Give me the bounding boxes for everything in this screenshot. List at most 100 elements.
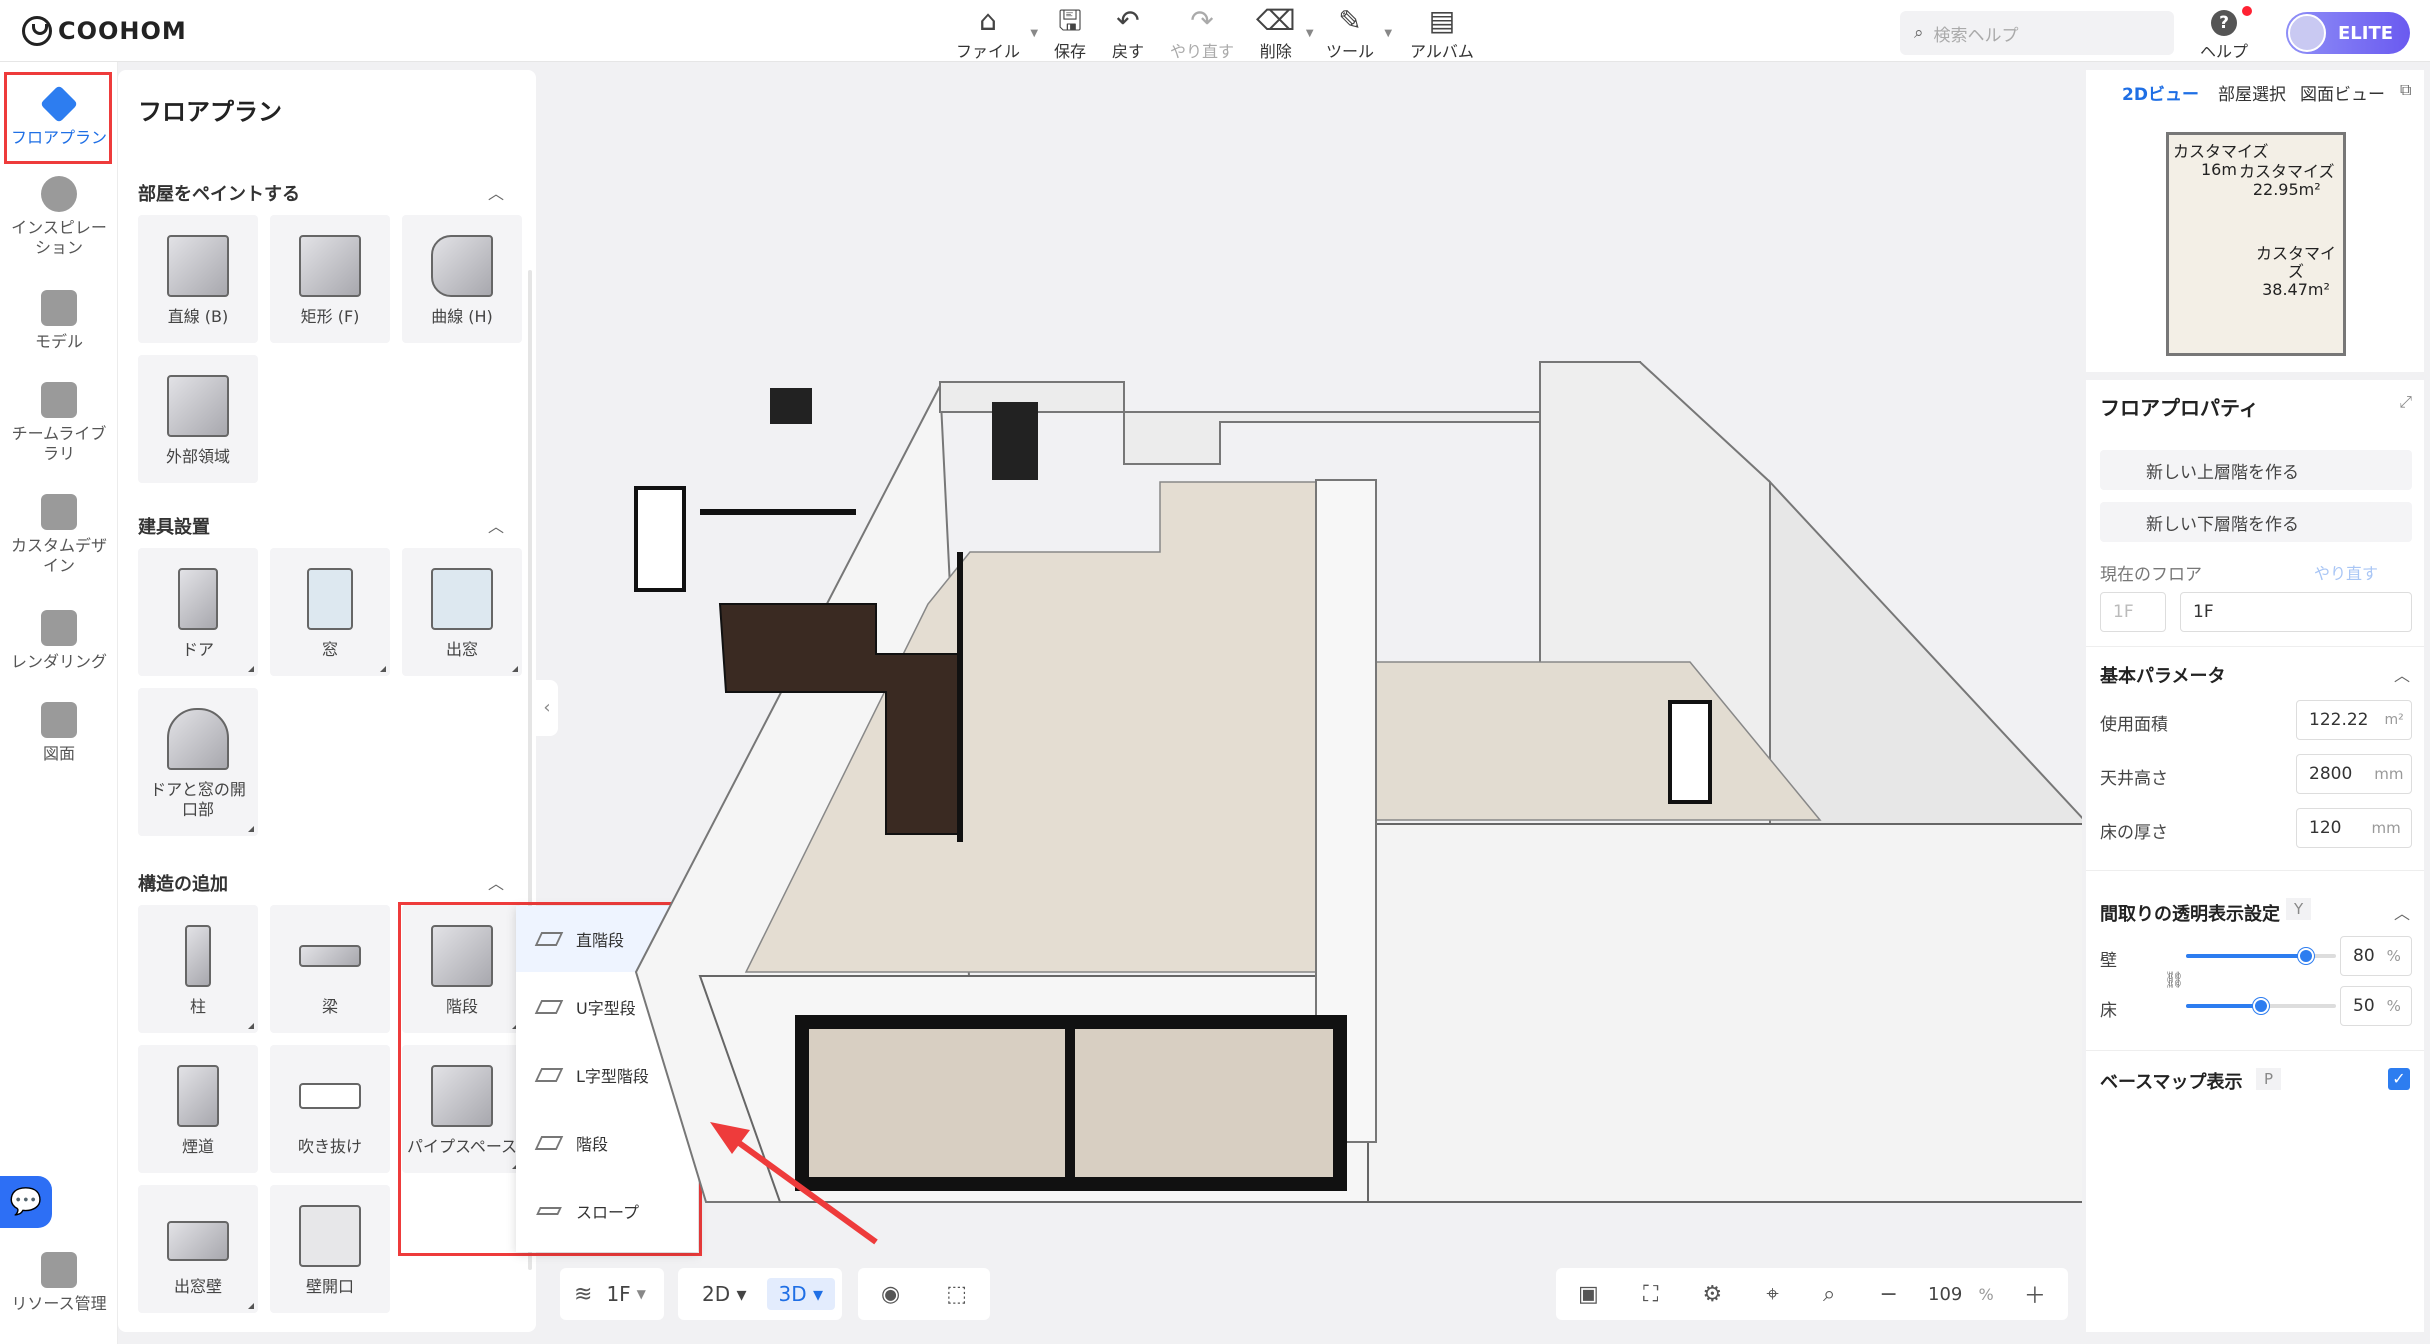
undo-button[interactable]: ↶ 戻す	[1112, 6, 1144, 62]
delete-button[interactable]: ⌫ 削除 ▼	[1256, 6, 1314, 62]
zoom-area-icon[interactable]: ⌕	[1809, 1282, 1849, 1307]
account-badge[interactable]: ELITE	[2286, 12, 2410, 54]
minimap-plan[interactable]: カスタマイズ 16m カスタマイズ 22.95m² カスタマイズ 38.47m²	[2166, 132, 2346, 356]
tool-curve[interactable]: 曲線 (H)	[402, 215, 522, 343]
chevron-up-icon[interactable]: ︿	[488, 180, 504, 204]
tools-label: ツール	[1326, 42, 1375, 61]
rail-item-model[interactable]: モデル	[0, 290, 118, 352]
mode-3d-button[interactable]: 3D ▾	[766, 1278, 836, 1310]
floor-transparency-slider[interactable]	[2186, 998, 2336, 1014]
album-label: アルバム	[1410, 42, 1474, 61]
input-unit: m²	[2384, 712, 2404, 728]
floor-name-input[interactable]: 1F	[2180, 592, 2412, 632]
new-upper-floor-button[interactable]: 新しい上層階を作る	[2100, 450, 2412, 490]
rail-item-rendering[interactable]: レンダリング	[0, 610, 118, 672]
zoom-in-icon[interactable]: ＋	[2010, 1278, 2060, 1310]
app-logo[interactable]: COOHOM	[22, 16, 187, 46]
tab-room-select[interactable]: 部屋選択	[2218, 80, 2286, 105]
logo-icon	[22, 16, 52, 46]
usable-area-input[interactable]: 122.22 m²	[2296, 700, 2412, 740]
wall-transparency-input[interactable]: 80%	[2340, 936, 2412, 976]
chat-button[interactable]: 💬	[0, 1176, 52, 1228]
chevron-down-icon: ▼	[1384, 28, 1393, 39]
bay-window-icon	[431, 568, 493, 630]
tool-bay-wall[interactable]: 出窓壁	[138, 1185, 258, 1313]
rail-item-floorplan[interactable]: フロアプラン	[0, 84, 118, 148]
door-icon	[178, 568, 218, 630]
rail-item-team-library[interactable]: チームライブラリ	[0, 382, 118, 464]
floor-label: 1F	[606, 1282, 631, 1306]
cube-view-icon[interactable]: ⬚	[932, 1282, 981, 1307]
tool-door[interactable]: ドア	[138, 548, 258, 676]
mode-2d-button[interactable]: 2D ▾	[690, 1278, 759, 1310]
current-floor-redo[interactable]: やり直す	[2314, 560, 2378, 584]
chevron-up-icon[interactable]: ︿	[2394, 662, 2410, 686]
tool-outer-area[interactable]: 外部領域	[138, 355, 258, 483]
box-icon	[299, 235, 361, 297]
save-label: 保存	[1054, 42, 1087, 61]
zoom-value[interactable]: 109	[1928, 1284, 1962, 1305]
eye-icon[interactable]: ◉	[867, 1282, 914, 1307]
rail-item-drawing[interactable]: 図面	[0, 702, 118, 764]
search-input[interactable]: ⌕ 検索ヘルプ	[1900, 11, 2174, 55]
floor-prefix-field[interactable]: 1F	[2100, 592, 2166, 632]
link-icon[interactable]: ⛓	[2164, 970, 2184, 989]
tab-2d-view[interactable]: 2Dビュー	[2122, 80, 2199, 105]
tool-column[interactable]: 柱	[138, 905, 258, 1033]
help-button[interactable]: ? ヘルプ	[2200, 6, 2253, 62]
transparency-title: 間取りの透明表示設定	[2100, 904, 2280, 925]
expand-icon[interactable]: ⧉	[2400, 80, 2411, 100]
3d-viewport[interactable]	[540, 62, 2082, 1282]
tool-void[interactable]: 吹き抜け	[270, 1045, 390, 1173]
tools-button[interactable]: ✎ ツール ▼	[1326, 6, 1392, 62]
basemap-checkbox[interactable]: ✓	[2388, 1068, 2410, 1090]
resource-icon	[41, 1252, 77, 1288]
zoom-out-icon[interactable]: −	[1865, 1282, 1911, 1307]
tool-line[interactable]: 直線 (B)	[138, 215, 258, 343]
tab-drawing-view[interactable]: 図面ビュー	[2300, 80, 2385, 105]
chevron-up-icon[interactable]: ︿	[2394, 900, 2410, 924]
slider-knob[interactable]	[2253, 998, 2269, 1014]
void-icon	[299, 1083, 361, 1109]
floor-transparency-input[interactable]: 50%	[2340, 986, 2412, 1026]
fit-icon[interactable]: ⛶	[1629, 1282, 1672, 1307]
redo-button[interactable]: ↷ やり直す	[1170, 6, 1234, 62]
tool-window[interactable]: 窓	[270, 548, 390, 676]
tool-rectangle[interactable]: 矩形 (F)	[270, 215, 390, 343]
image-icon[interactable]: ▣	[1564, 1282, 1613, 1307]
door-2	[1668, 700, 1712, 804]
chevron-up-icon[interactable]: ︿	[488, 870, 504, 894]
redo-label: やり直す	[1170, 42, 1235, 61]
floor-selector[interactable]: ≋ 1F ▼	[560, 1268, 664, 1320]
rail-item-custom-design[interactable]: カスタムデザイン	[0, 494, 118, 576]
basemap-label: ベースマップ表示	[2100, 1072, 2243, 1093]
settings-icon[interactable]: ⚙	[1689, 1282, 1737, 1307]
rail-item-inspiration[interactable]: インスピレーション	[0, 176, 118, 258]
wall-transparency-slider[interactable]	[2186, 948, 2336, 964]
tool-beam[interactable]: 梁	[270, 905, 390, 1033]
new-lower-floor-button[interactable]: 新しい下層階を作る	[2100, 502, 2412, 542]
shortcut-badge: P	[2256, 1068, 2282, 1090]
rail-item-resources[interactable]: リソース管理	[0, 1252, 118, 1314]
expand-icon[interactable]: ⤢	[2399, 392, 2412, 412]
tile-label: 煙道	[181, 1137, 214, 1156]
back-window-2	[992, 402, 1038, 480]
file-button[interactable]: ⌂ ファイル ▼	[956, 4, 1038, 62]
album-button[interactable]: ▤ アルバム	[1410, 6, 1474, 62]
tool-flue[interactable]: 煙道	[138, 1045, 258, 1173]
mode-3d-label: 3D	[778, 1282, 807, 1306]
chevron-up-icon[interactable]: ︿	[488, 513, 504, 537]
ceiling-height-input[interactable]: 2800 mm	[2296, 754, 2412, 794]
focus-icon[interactable]: ⌖	[1752, 1282, 1792, 1307]
tool-bay-window[interactable]: 出窓	[402, 548, 522, 676]
home-icon: ⌂	[979, 4, 997, 37]
save-button[interactable]: 🖫 保存	[1054, 6, 1086, 62]
crown-icon	[41, 382, 77, 418]
floor-thickness-input[interactable]: 120 mm	[2296, 808, 2412, 848]
input-value: 120	[2309, 818, 2342, 838]
input-unit: mm	[2374, 765, 2404, 783]
tool-wall-opening[interactable]: 壁開口	[270, 1185, 390, 1313]
tool-opening[interactable]: ドアと窓の開口部	[138, 688, 258, 836]
slider-knob[interactable]	[2298, 948, 2314, 964]
tile-label: 直線 (B)	[167, 307, 229, 326]
